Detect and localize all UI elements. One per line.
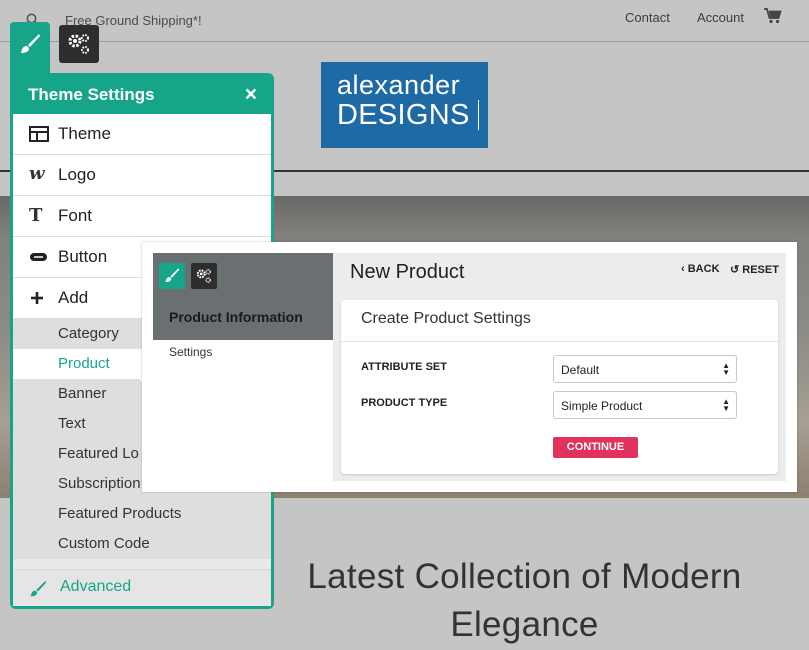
brush-tab[interactable] <box>159 263 185 289</box>
brush-icon <box>29 580 47 603</box>
gears-icon <box>68 34 89 54</box>
menu-item-label: Button <box>58 247 108 266</box>
submenu-item-label: Subscription <box>58 475 141 492</box>
continue-button[interactable]: CONTINUE <box>553 437 638 458</box>
reset-label: RESET <box>742 264 779 276</box>
advanced-label: Advanced <box>60 578 132 595</box>
select-value: Default <box>561 363 600 377</box>
brush-icon <box>165 268 180 283</box>
product-type-label: PRODUCT TYPE <box>361 397 448 409</box>
product-info-sidebar: Product Information <box>153 253 333 340</box>
settings-gear-tab[interactable] <box>59 25 99 63</box>
new-product-dialog: Product Information Settings New Product… <box>142 242 797 492</box>
plus-icon <box>29 289 49 307</box>
submenu-item-label: Category <box>58 325 119 342</box>
select-value: Simple Product <box>561 399 643 413</box>
menu-item-label: Font <box>58 206 93 225</box>
back-label: BACK <box>687 263 720 275</box>
submenu-item-custom-code[interactable]: Custom Code <box>13 529 271 559</box>
product-type-select[interactable]: Simple Product ▲ ▼ <box>553 391 737 419</box>
menu-item-label: Theme <box>58 124 111 143</box>
settings-link[interactable]: Settings <box>169 345 212 359</box>
store-logo[interactable]: alexander DESIGNS <box>321 62 488 148</box>
menu-item-label: Logo <box>58 165 96 184</box>
attribute-set-label: ATTRIBUTE SET <box>361 361 447 373</box>
layout-icon <box>29 125 49 143</box>
logo-line2: DESIGNS <box>337 100 479 130</box>
reset-icon: ↺ <box>730 264 740 276</box>
submenu-item-label: Banner <box>58 385 107 402</box>
font-icon: T <box>29 205 43 226</box>
select-arrows-icon: ▲ ▼ <box>722 397 730 413</box>
submenu-item-featured-products[interactable]: Featured Products <box>13 499 271 529</box>
contact-link[interactable]: Contact <box>625 10 670 25</box>
chevron-left-icon: ‹ <box>681 263 685 275</box>
product-settings-card: Create Product Settings ATTRIBUTE SET De… <box>341 300 778 474</box>
new-product-main: New Product ‹ BACK ↺ RESET Create Produc… <box>333 253 786 481</box>
submenu-item-label: Product <box>58 355 110 372</box>
logo-line1: alexander <box>337 70 461 100</box>
logo-icon: w <box>29 163 45 184</box>
card-title: Create Product Settings <box>341 300 778 342</box>
menu-item-font[interactable]: T Font <box>13 196 271 237</box>
menu-item-theme[interactable]: Theme <box>13 114 271 155</box>
theme-brush-tab[interactable] <box>10 22 50 74</box>
reset-button[interactable]: ↺ RESET <box>730 263 779 276</box>
menu-item-advanced[interactable]: Advanced <box>13 569 271 606</box>
theme-settings-title: Theme Settings <box>28 85 155 104</box>
menu-item-label: Add <box>58 288 89 307</box>
storefront-topbar: Free Ground Shipping*! Contact Account <box>0 0 809 42</box>
hero-headline: Latest Collection of Modern Elegance <box>307 557 742 644</box>
submenu-item-label: Text <box>58 415 86 432</box>
select-arrows-icon: ▲ ▼ <box>722 361 730 377</box>
back-button[interactable]: ‹ BACK <box>681 263 720 275</box>
submenu-item-label: Custom Code <box>58 535 150 552</box>
attribute-set-select[interactable]: Default ▲ ▼ <box>553 355 737 383</box>
cart-icon[interactable] <box>764 8 782 29</box>
page-title: New Product <box>350 261 465 283</box>
brush-icon <box>19 33 41 60</box>
button-icon <box>29 248 49 266</box>
gears-icon <box>196 269 211 283</box>
popover-pointer <box>129 356 142 382</box>
close-icon[interactable]: × <box>245 83 257 107</box>
account-link[interactable]: Account <box>697 10 744 25</box>
gear-tab[interactable] <box>191 263 217 289</box>
submenu-item-label: Featured Products <box>58 505 182 522</box>
menu-item-logo[interactable]: w Logo <box>13 155 271 196</box>
submenu-item-label: Featured Lo <box>58 445 139 462</box>
theme-settings-header: Theme Settings × <box>13 76 271 114</box>
product-info-title: Product Information <box>169 309 303 325</box>
